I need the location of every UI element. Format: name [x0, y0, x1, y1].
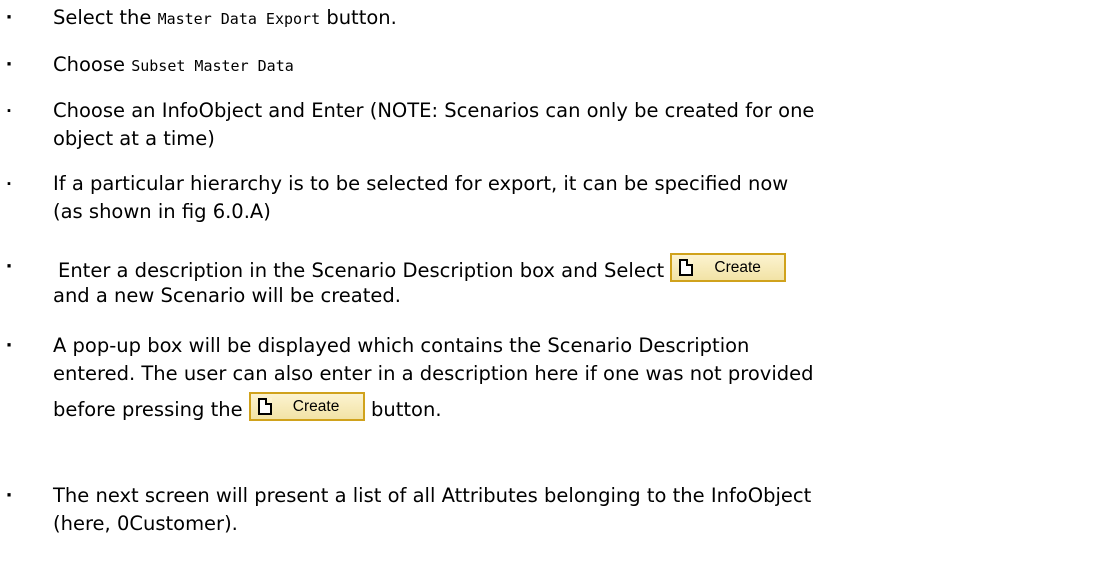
item-text: Enter a description in the Scenario Desc…	[58, 259, 665, 282]
bullet-marker: ·	[5, 7, 13, 28]
document-icon	[679, 259, 694, 276]
item-text: (here, 0Customer).	[53, 512, 238, 535]
item-text: The next screen will present a list of a…	[53, 484, 812, 507]
code-text: Subset Master Data	[131, 57, 294, 75]
create-button-label: Create	[714, 259, 761, 276]
item-text: If a particular hierarchy is to be selec…	[53, 172, 789, 195]
document-icon	[257, 398, 272, 415]
item-text: Choose	[53, 53, 132, 76]
bullet-marker: ·	[6, 102, 12, 120]
create-button[interactable]: Create	[248, 392, 365, 421]
create-button-label: Create	[292, 398, 340, 415]
item-text: (as shown in fig 6.0.A)	[53, 200, 271, 223]
item-text: Choose an InfoObject and Enter (NOTE: Sc…	[53, 99, 815, 122]
bullet-marker: ·	[5, 485, 13, 506]
bullet-marker: ·	[6, 175, 12, 193]
item-text: before pressing the	[53, 398, 243, 421]
bullet-marker: ·	[5, 256, 13, 277]
create-button[interactable]: Create	[670, 253, 787, 282]
item-text: button.	[371, 398, 442, 421]
bullet-marker: ·	[5, 54, 13, 75]
item-text: Select the	[53, 6, 158, 29]
bullet-marker: ·	[5, 335, 13, 356]
code-text: Master Data Export	[157, 10, 321, 28]
item-text: entered. The user can also enter in a de…	[53, 362, 814, 385]
item-text: A pop-up box will be displayed which con…	[53, 334, 750, 357]
item-text: and a new Scenario will be created.	[53, 284, 401, 307]
item-text: button.	[320, 6, 397, 29]
item-text: object at a time)	[53, 127, 215, 150]
